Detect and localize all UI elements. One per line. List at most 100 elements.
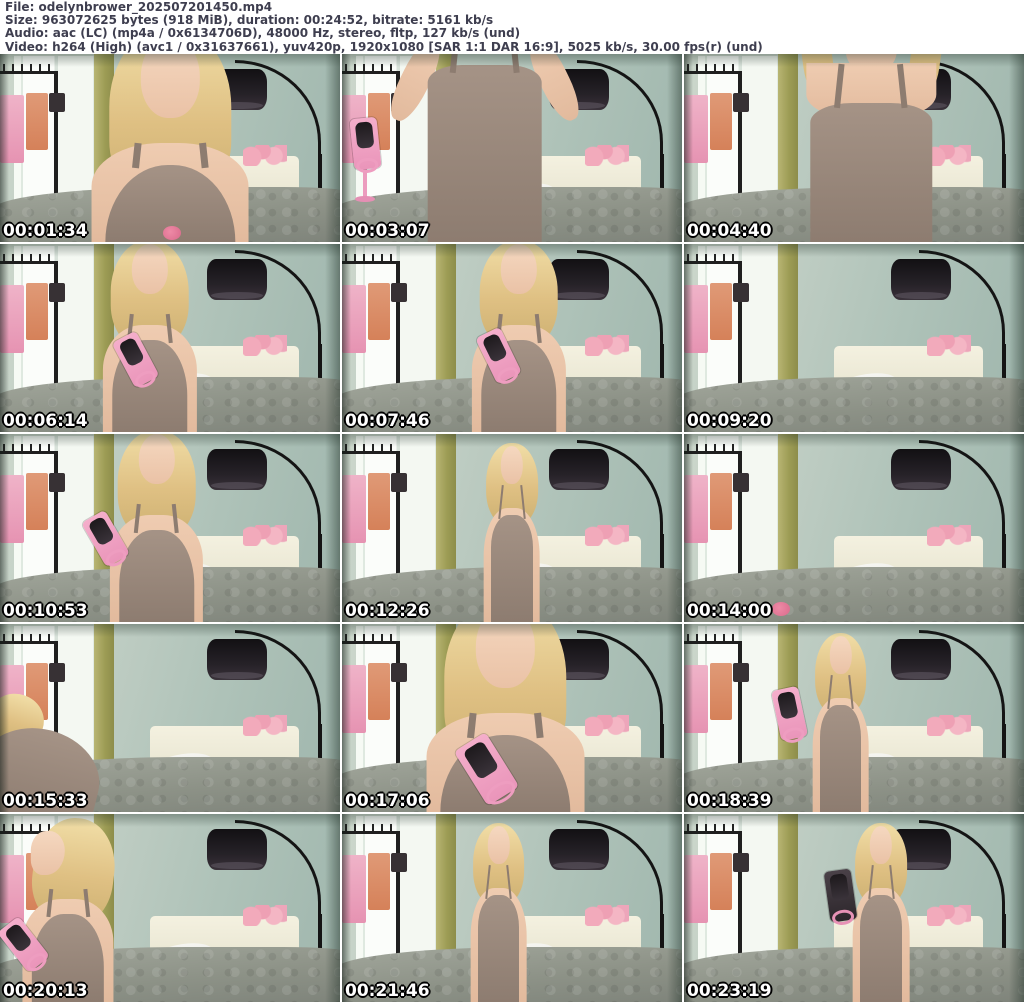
clothes-rack-bar — [342, 640, 400, 644]
garment-dark — [391, 283, 407, 303]
clothes-rack-bar — [684, 260, 742, 264]
timestamp-overlay: 00:15:33 — [3, 791, 88, 811]
left-edge-shadow — [342, 434, 351, 622]
thumbnail-image — [342, 434, 682, 622]
flower-bouquet — [243, 905, 288, 926]
garment-dark — [733, 283, 749, 303]
video-thumbnail: 00:01:34 — [0, 54, 340, 242]
person-figure — [772, 54, 969, 242]
lamp-shade — [207, 829, 267, 871]
timestamp-overlay: 00:07:46 — [345, 411, 430, 431]
clothes-rack-bar — [0, 260, 58, 264]
dress — [427, 65, 542, 242]
left-edge-shadow — [0, 54, 9, 242]
garment-dark — [49, 283, 65, 303]
top-edge-shadow — [0, 624, 340, 638]
garment-peach — [367, 663, 390, 720]
clothes-rack-post — [54, 450, 59, 587]
timestamp-overlay: 00:17:06 — [345, 791, 430, 811]
thumbnail-image — [684, 624, 1024, 812]
timestamp-overlay: 00:18:39 — [687, 791, 772, 811]
file-info-line: Audio: aac (LC) (mp4a / 0x6134706D), 480… — [5, 26, 521, 41]
top-edge-shadow — [684, 814, 1024, 828]
video-thumbnail: 00:18:39 — [684, 624, 1024, 812]
garment-peach — [367, 473, 390, 530]
dress — [819, 704, 862, 812]
garment-peach — [709, 663, 732, 720]
clothes-rack-bar — [684, 70, 742, 74]
timestamp-overlay: 00:21:46 — [345, 981, 430, 1001]
timestamp-overlay: 00:01:34 — [3, 221, 88, 241]
person-figure — [71, 244, 227, 432]
video-thumbnail: 00:17:06 — [342, 624, 682, 812]
top-edge-shadow — [684, 244, 1024, 258]
left-edge-shadow — [0, 434, 9, 622]
video-thumbnail: 00:07:46 — [342, 244, 682, 432]
garment-peach — [709, 93, 732, 150]
video-thumbnail: 00:09:20 — [684, 244, 1024, 432]
garment-peach — [25, 93, 48, 150]
video-thumbnail: 00:14:00 — [684, 434, 1024, 622]
thumbnail-image — [684, 244, 1024, 432]
garment-dark — [733, 93, 749, 113]
curtain — [777, 244, 798, 387]
flower-bouquet — [585, 905, 630, 926]
dress — [118, 529, 194, 622]
garment-peach — [709, 853, 732, 910]
right-edge-shadow — [1008, 54, 1024, 242]
top-edge-shadow — [684, 54, 1024, 68]
flower-bouquet — [927, 715, 972, 736]
person-figure — [0, 814, 146, 1002]
clothes-rack-post — [396, 640, 401, 777]
lamp-shade — [891, 259, 951, 301]
file-info-line: Video: h264 (High) (avc1 / 0x31637661), … — [5, 39, 763, 54]
face — [487, 826, 510, 864]
clothes-rack-bar — [684, 640, 742, 644]
garment-dark — [49, 93, 65, 113]
garment-peach — [25, 473, 48, 530]
top-edge-shadow — [342, 434, 682, 448]
timestamp-overlay: 00:12:26 — [345, 601, 430, 621]
left-edge-shadow — [0, 624, 9, 812]
lamp-shade — [891, 449, 951, 491]
garment-dark — [733, 853, 749, 873]
garment-peach — [709, 283, 732, 340]
clothes-rack-post — [54, 260, 59, 397]
video-thumbnail: 00:12:26 — [342, 434, 682, 622]
clothes-rack-post — [396, 450, 401, 587]
person-figure — [441, 244, 597, 432]
flower-bouquet — [243, 525, 288, 546]
video-thumbnail: 00:15:33 — [0, 624, 340, 812]
thumbnail-image — [0, 814, 340, 1002]
garment-dark — [49, 473, 65, 493]
curtain — [777, 814, 798, 957]
left-edge-shadow — [684, 624, 693, 812]
right-edge-shadow — [324, 244, 340, 432]
right-edge-shadow — [324, 54, 340, 242]
left-edge-shadow — [0, 814, 9, 1002]
top-edge-shadow — [342, 244, 682, 258]
right-edge-shadow — [1008, 624, 1024, 812]
video-thumbnail: 00:20:13 — [0, 814, 340, 1002]
timestamp-overlay: 00:14:00 — [687, 601, 772, 621]
video-thumbnail: 00:06:14 — [0, 244, 340, 432]
top-edge-shadow — [684, 434, 1024, 448]
left-edge-shadow — [342, 814, 351, 1002]
video-thumbnail: 00:03:07 — [342, 54, 682, 242]
thumbnail-image — [684, 54, 1024, 242]
right-edge-shadow — [1008, 244, 1024, 432]
left-edge-shadow — [342, 54, 351, 242]
right-edge-shadow — [666, 434, 682, 622]
video-thumbnail: 00:23:19 — [684, 814, 1024, 1002]
right-edge-shadow — [1008, 434, 1024, 622]
dress — [491, 514, 533, 622]
right-edge-shadow — [1008, 814, 1024, 1002]
right-edge-shadow — [324, 814, 340, 1002]
garment-dark — [391, 663, 407, 683]
garment-dark — [49, 663, 65, 683]
clothes-rack-post — [738, 640, 743, 777]
thumbnail-image — [342, 624, 682, 812]
clothes-rack-bar — [684, 450, 742, 454]
thumbnail-image — [342, 814, 682, 1002]
clothes-rack-post — [738, 70, 743, 207]
